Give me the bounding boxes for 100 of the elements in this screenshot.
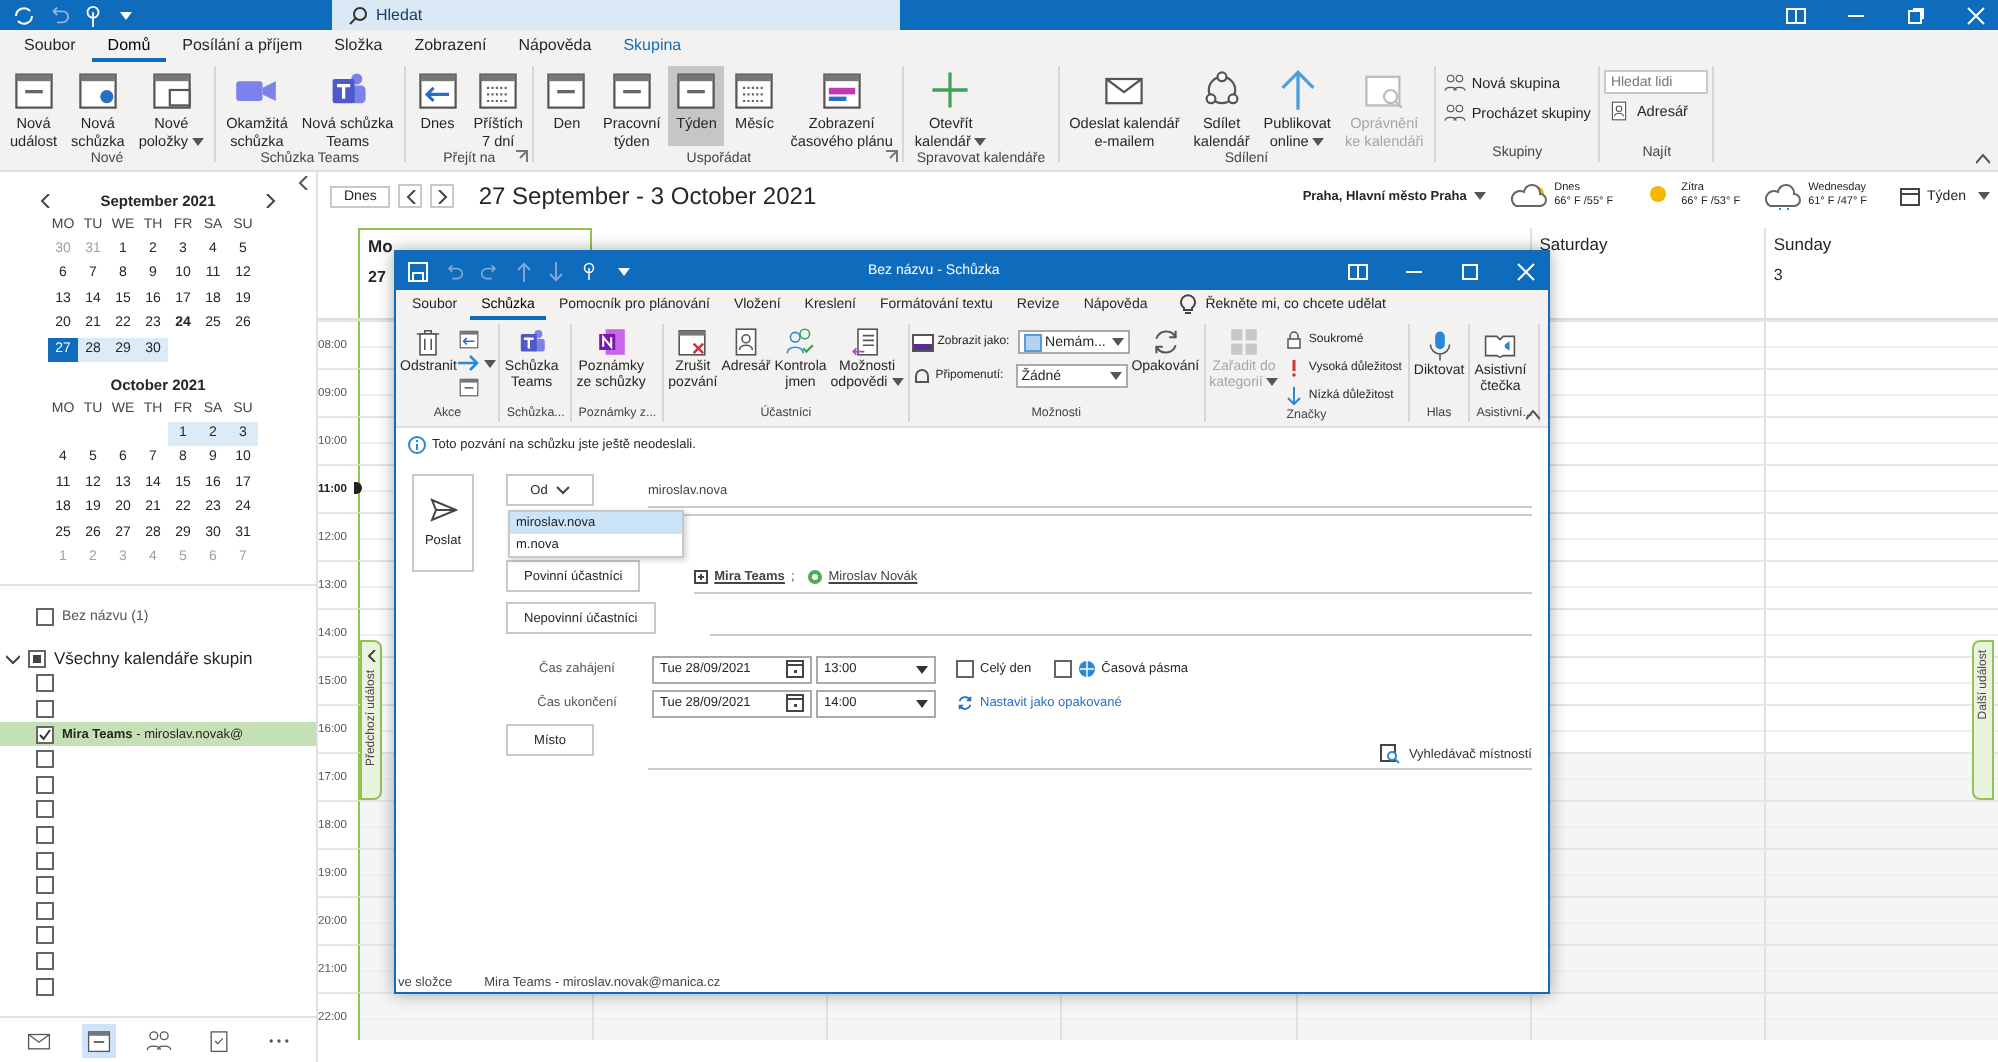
forward-button[interactable] bbox=[458, 354, 497, 372]
undo-icon[interactable] bbox=[48, 4, 70, 26]
ribbon-tab[interactable]: Zobrazení bbox=[398, 36, 503, 62]
close-icon[interactable] bbox=[1966, 5, 1986, 25]
show-as-icon bbox=[911, 333, 934, 351]
repeat-icon bbox=[1149, 326, 1182, 358]
save-icon[interactable] bbox=[408, 261, 428, 281]
chevron-left-icon bbox=[367, 650, 375, 662]
day-name: Mo bbox=[368, 236, 393, 256]
time-slot[interactable] bbox=[1295, 992, 1530, 1040]
checkbox[interactable] bbox=[1053, 660, 1072, 678]
restore-icon[interactable] bbox=[1906, 5, 1926, 25]
checkbox[interactable] bbox=[36, 608, 54, 627]
dialog-launcher-icon[interactable] bbox=[886, 150, 899, 162]
calendar-envelope-icon bbox=[149, 68, 194, 112]
caret-icon bbox=[1474, 191, 1487, 200]
chevron-right-icon bbox=[437, 189, 448, 203]
time-slot[interactable] bbox=[826, 992, 1061, 1040]
checkbox[interactable] bbox=[36, 876, 54, 895]
dialog-launcher-icon[interactable] bbox=[516, 150, 529, 162]
calendar-grid-icon bbox=[476, 68, 521, 112]
calendar-icon bbox=[85, 1027, 111, 1053]
people-icon bbox=[1443, 102, 1466, 124]
checkbox[interactable] bbox=[36, 977, 54, 996]
checkbox[interactable] bbox=[36, 725, 54, 744]
sync-icon[interactable] bbox=[12, 3, 36, 27]
checkbox[interactable] bbox=[36, 851, 54, 870]
task-icon bbox=[205, 1027, 231, 1053]
caret-icon bbox=[1109, 372, 1122, 380]
previous-month-icon[interactable] bbox=[40, 193, 50, 207]
caret-icon bbox=[916, 699, 928, 707]
checkbox[interactable] bbox=[36, 952, 54, 971]
checkbox[interactable] bbox=[36, 826, 54, 845]
next-month-icon[interactable] bbox=[265, 193, 276, 207]
checkbox[interactable] bbox=[36, 750, 54, 769]
checkbox[interactable] bbox=[956, 660, 974, 678]
checkbox[interactable] bbox=[36, 775, 54, 794]
calendar-icon bbox=[1899, 187, 1920, 205]
maximize-icon[interactable] bbox=[1460, 261, 1480, 281]
time-slot[interactable] bbox=[592, 992, 827, 1040]
close-icon[interactable] bbox=[1516, 261, 1536, 281]
chevron-down-icon bbox=[555, 485, 570, 495]
next-button[interactable] bbox=[430, 184, 455, 208]
caret-icon bbox=[618, 267, 630, 275]
trash-icon bbox=[412, 326, 445, 358]
day-name: Sunday bbox=[1773, 234, 1832, 254]
list-icon bbox=[850, 326, 883, 358]
calendar-icon bbox=[609, 68, 654, 112]
calendar-icon bbox=[786, 660, 804, 678]
touch-mode-icon[interactable] bbox=[82, 3, 104, 27]
notebook-icon bbox=[595, 326, 628, 358]
book-speaker-icon bbox=[1484, 330, 1517, 362]
search-field[interactable]: Hledat bbox=[332, 0, 900, 30]
globe-icon bbox=[1077, 660, 1096, 678]
ribbon-tab[interactable]: Posílání a příjem bbox=[166, 36, 319, 62]
coming-soon-icon[interactable] bbox=[1348, 263, 1368, 279]
current-time-marker bbox=[354, 482, 362, 494]
checkbox[interactable] bbox=[28, 649, 46, 668]
calendar-icon bbox=[458, 376, 481, 398]
coming-soon-icon[interactable] bbox=[1786, 7, 1806, 23]
date-range-title: 27 September - 3 October 2021 bbox=[478, 182, 817, 210]
calendar-grid-icon bbox=[732, 68, 777, 112]
time-slot[interactable] bbox=[1060, 992, 1296, 1040]
send-icon bbox=[429, 498, 457, 522]
calendar-icon bbox=[674, 68, 719, 112]
calendar-cancel-icon bbox=[676, 326, 709, 358]
repeat-icon bbox=[956, 694, 974, 712]
ribbon-tab[interactable]: Nápověda bbox=[502, 36, 608, 62]
search-icon bbox=[348, 5, 368, 25]
chevron-left-icon bbox=[405, 189, 416, 203]
collapse-pane-icon[interactable] bbox=[298, 176, 308, 190]
ribbon-tab[interactable]: Složka bbox=[318, 36, 399, 62]
caret-icon bbox=[1978, 192, 1990, 200]
calendar-person-icon bbox=[75, 68, 120, 112]
nav-button[interactable] bbox=[81, 1023, 115, 1057]
calendar-icon bbox=[544, 68, 589, 112]
ribbon-tab[interactable]: Soubor bbox=[8, 36, 92, 62]
arrow-down-icon bbox=[1284, 386, 1305, 406]
checkbox[interactable] bbox=[36, 674, 54, 693]
checkbox[interactable] bbox=[36, 926, 54, 945]
expand-group-icon[interactable] bbox=[694, 569, 709, 583]
lock-icon bbox=[1284, 330, 1305, 350]
caret-icon bbox=[916, 665, 928, 673]
lightbulb-icon bbox=[1179, 294, 1196, 314]
checkbox[interactable] bbox=[36, 700, 54, 719]
checkbox[interactable] bbox=[36, 901, 54, 920]
people-icon bbox=[1443, 72, 1466, 94]
timeline-icon bbox=[819, 68, 864, 112]
ribbon-tab[interactable]: Skupina bbox=[607, 36, 698, 62]
arrow-right-icon bbox=[458, 354, 481, 372]
expand-icon[interactable] bbox=[6, 651, 20, 666]
time-slot[interactable] bbox=[358, 992, 593, 1040]
collapse-ribbon-icon[interactable] bbox=[1976, 154, 1990, 164]
group-name: Všechny kalendáře skupin bbox=[54, 648, 253, 669]
info-icon bbox=[408, 436, 426, 454]
checkbox[interactable] bbox=[36, 800, 54, 819]
touch-mode-icon[interactable] bbox=[580, 260, 598, 282]
day-number: 27 bbox=[368, 268, 386, 286]
previous-button[interactable] bbox=[398, 184, 423, 208]
category-grid-icon bbox=[1227, 326, 1260, 358]
